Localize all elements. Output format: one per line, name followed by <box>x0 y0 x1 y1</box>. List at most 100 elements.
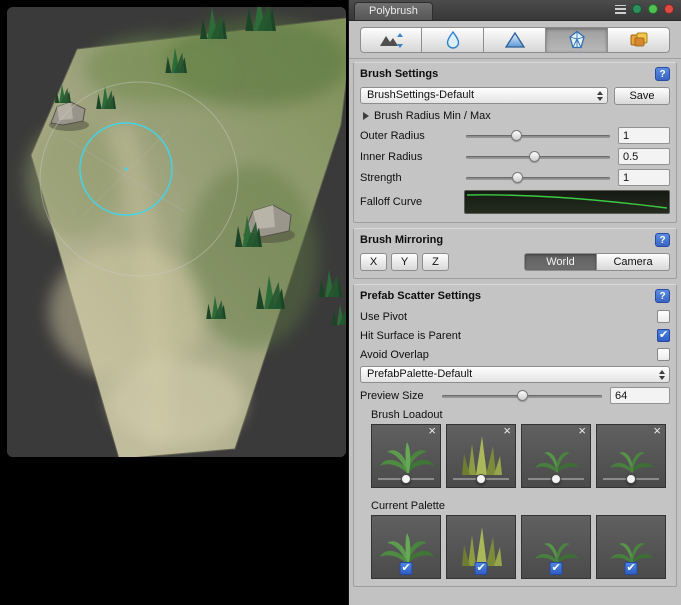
brush-preset-dropdown[interactable]: BrushSettings-Default <box>360 87 608 104</box>
remove-prefab-button[interactable]: × <box>653 424 661 438</box>
mirroring-row: X Y Z World Camera <box>360 252 670 271</box>
remove-prefab-button[interactable]: × <box>428 424 436 438</box>
polybrush-tab[interactable]: Polybrush <box>354 2 433 20</box>
window-controls <box>615 4 674 14</box>
help-icon[interactable]: ? <box>655 233 670 247</box>
palette-thumbnail[interactable] <box>446 515 516 579</box>
palette-item-checkbox[interactable] <box>550 562 563 575</box>
outer-radius-slider[interactable] <box>464 128 612 144</box>
prefab-weight-slider[interactable] <box>528 478 584 480</box>
hit-surface-checkbox[interactable] <box>657 329 670 342</box>
tool-smooth-button[interactable] <box>422 27 484 53</box>
camera-space-segment[interactable]: Camera <box>597 253 670 271</box>
loadout-thumbnail[interactable]: × <box>446 424 516 488</box>
tool-texture-button[interactable] <box>608 27 670 53</box>
prefab-preview-sprout-icon <box>600 431 664 479</box>
slider-thumb[interactable] <box>512 172 523 183</box>
tool-paint-button[interactable] <box>484 27 546 53</box>
outer-radius-field[interactable] <box>618 127 670 144</box>
slider-thumb[interactable] <box>529 151 540 162</box>
current-palette-grid <box>371 515 671 579</box>
prefab-weight-slider[interactable] <box>378 478 434 480</box>
mirror-x-button[interactable]: X <box>360 253 387 271</box>
water-drop-icon <box>444 31 462 49</box>
slider-thumb[interactable] <box>511 130 522 141</box>
prefab-palette-dropdown[interactable]: PrefabPalette-Default <box>360 366 670 383</box>
palette-item-checkbox[interactable] <box>625 562 638 575</box>
scene-view[interactable] <box>7 7 346 457</box>
falloff-curve-field[interactable] <box>464 190 670 214</box>
prefab-weight-slider[interactable] <box>603 478 659 480</box>
inner-radius-slider[interactable] <box>464 149 612 165</box>
inner-radius-label: Inner Radius <box>360 151 464 163</box>
avoid-overlap-row: Avoid Overlap <box>360 346 670 363</box>
palette-item-checkbox[interactable] <box>400 562 413 575</box>
help-icon[interactable]: ? <box>655 289 670 303</box>
strength-field[interactable] <box>618 169 670 186</box>
prefab-scatter-title: Prefab Scatter Settings <box>360 290 481 302</box>
tool-sculpt-button[interactable] <box>360 27 422 53</box>
outer-radius-label: Outer Radius <box>360 130 464 142</box>
prefab-palette-value: PrefabPalette-Default <box>367 368 472 380</box>
unity-editor: Polybrush <box>0 0 681 605</box>
mirror-z-button[interactable]: Z <box>422 253 449 271</box>
save-button[interactable]: Save <box>614 87 670 105</box>
loadout-thumbnail[interactable]: × <box>521 424 591 488</box>
preview-size-field[interactable] <box>610 387 670 404</box>
mirror-space-toggle: World Camera <box>524 253 670 271</box>
brush-loadout-grid: × × × × <box>371 424 671 488</box>
falloff-curve-label: Falloff Curve <box>360 196 464 208</box>
inner-radius-row: Inner Radius <box>360 147 670 166</box>
help-icon[interactable]: ? <box>655 67 670 81</box>
mode-toolbar <box>349 21 681 59</box>
slider-track[interactable] <box>466 135 610 138</box>
prefab-preview-sprout-icon <box>525 431 589 479</box>
palette-item-checkbox[interactable] <box>475 562 488 575</box>
strength-slider[interactable] <box>464 170 612 186</box>
mode-toolgroup <box>360 27 670 53</box>
hit-surface-label: Hit Surface is Parent <box>360 330 461 342</box>
strength-row: Strength <box>360 168 670 187</box>
window-close-dot[interactable] <box>664 4 674 14</box>
brush-preset-value: BrushSettings-Default <box>367 89 474 101</box>
slider-thumb[interactable] <box>517 390 528 401</box>
dropdown-arrows-icon <box>659 370 665 380</box>
prism-gem-icon <box>567 30 587 49</box>
strength-label: Strength <box>360 172 464 184</box>
slider-track[interactable] <box>466 177 610 180</box>
tool-scatter-button[interactable] <box>546 27 608 53</box>
world-space-segment[interactable]: World <box>524 253 597 271</box>
mirror-y-button[interactable]: Y <box>391 253 418 271</box>
inner-radius-field[interactable] <box>618 148 670 165</box>
prefab-weight-knob[interactable] <box>551 474 561 484</box>
hit-surface-row: Hit Surface is Parent <box>360 327 670 344</box>
brush-radius-foldout[interactable]: Brush Radius Min / Max <box>363 107 670 124</box>
use-pivot-checkbox[interactable] <box>657 310 670 323</box>
preview-size-slider[interactable] <box>440 388 604 404</box>
palette-thumbnail[interactable] <box>521 515 591 579</box>
prefab-weight-slider[interactable] <box>453 478 509 480</box>
falloff-curve-graph <box>465 191 669 213</box>
window-minimize-dot[interactable] <box>632 4 642 14</box>
prefab-preview-grass-icon <box>450 431 514 479</box>
brush-settings-section: Brush Settings ? BrushSettings-Default S… <box>353 62 677 223</box>
prefab-weight-knob[interactable] <box>626 474 636 484</box>
remove-prefab-button[interactable]: × <box>503 424 511 438</box>
prefab-weight-knob[interactable] <box>401 474 411 484</box>
prefab-weight-knob[interactable] <box>476 474 486 484</box>
window-menu-icon[interactable] <box>615 5 626 14</box>
avoid-overlap-label: Avoid Overlap <box>360 349 429 361</box>
remove-prefab-button[interactable]: × <box>578 424 586 438</box>
window-titlebar: Polybrush <box>349 0 681 21</box>
loadout-thumbnail[interactable]: × <box>371 424 441 488</box>
window-maximize-dot[interactable] <box>648 4 658 14</box>
palette-thumbnail[interactable] <box>371 515 441 579</box>
brush-settings-title: Brush Settings <box>360 68 438 80</box>
avoid-overlap-checkbox[interactable] <box>657 348 670 361</box>
sculpt-mountain-icon <box>378 31 404 49</box>
palette-thumbnail[interactable] <box>596 515 666 579</box>
prefab-scatter-section: Prefab Scatter Settings ? Use Pivot Hit … <box>353 284 677 587</box>
preview-size-label: Preview Size <box>360 390 440 402</box>
texture-blend-icon <box>629 31 649 49</box>
loadout-thumbnail[interactable]: × <box>596 424 666 488</box>
